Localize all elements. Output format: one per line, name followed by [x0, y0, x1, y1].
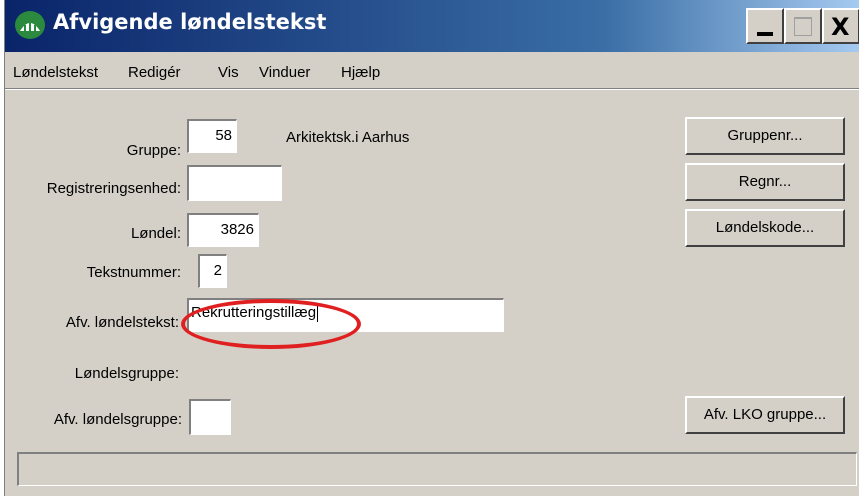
window-title: Afvigende løndelstekst — [53, 10, 327, 34]
gruppe-label: Gruppe: — [126, 142, 181, 159]
menu-hjaelp[interactable]: Hjælp — [341, 64, 380, 81]
red-highlight-ellipse — [181, 299, 361, 349]
maximize-button[interactable] — [784, 8, 822, 44]
afv-loendelsgruppe-field[interactable] — [189, 399, 231, 435]
menu-divider — [5, 88, 859, 90]
afv-lko-gruppe-button[interactable]: Afv. LKO gruppe... — [685, 396, 845, 434]
menu-loendelstekst[interactable]: Løndelstekst — [13, 64, 98, 81]
registreringsenhed-label: Registreringsenhed: — [46, 180, 181, 197]
status-bar — [17, 452, 857, 486]
maximize-icon — [794, 17, 812, 36]
loendel-field[interactable]: 3826 — [187, 213, 259, 247]
regnr-button[interactable]: Regnr... — [685, 163, 845, 201]
menu-bar: Løndelstekst Redigér Vis Vinduer Hjælp — [5, 56, 859, 88]
tekstnummer-label: Tekstnummer: — [86, 264, 181, 281]
menu-vinduer[interactable]: Vinduer — [259, 64, 310, 81]
afv-loendelstekst-label: Afv. løndelstekst: — [65, 314, 179, 331]
gruppe-field[interactable]: 58 — [187, 119, 237, 153]
registreringsenhed-field[interactable] — [187, 165, 282, 201]
close-icon: X — [831, 13, 850, 41]
gruppenr-button[interactable]: Gruppenr... — [685, 117, 845, 155]
loendel-label: Løndel: — [130, 225, 181, 242]
minimize-button[interactable] — [746, 8, 784, 44]
menu-rediger[interactable]: Redigér — [128, 64, 181, 81]
close-button[interactable]: X — [822, 8, 859, 44]
menu-vis[interactable]: Vis — [218, 64, 239, 81]
tekstnummer-field[interactable]: 2 — [198, 254, 227, 288]
gruppe-description: Arkitektsk.i Aarhus — [286, 129, 410, 146]
app-window: Afvigende løndelstekst X Løndelstekst Re… — [4, 0, 859, 496]
title-bar[interactable]: Afvigende løndelstekst X — [5, 0, 859, 52]
loendelsgruppe-label: Løndelsgruppe: — [74, 365, 179, 382]
app-logo-icon — [15, 11, 45, 39]
loendelskode-button[interactable]: Løndelskode... — [685, 209, 845, 247]
minimize-icon — [757, 32, 773, 36]
afv-loendelsgruppe-label: Afv. løndelsgruppe: — [53, 411, 182, 428]
